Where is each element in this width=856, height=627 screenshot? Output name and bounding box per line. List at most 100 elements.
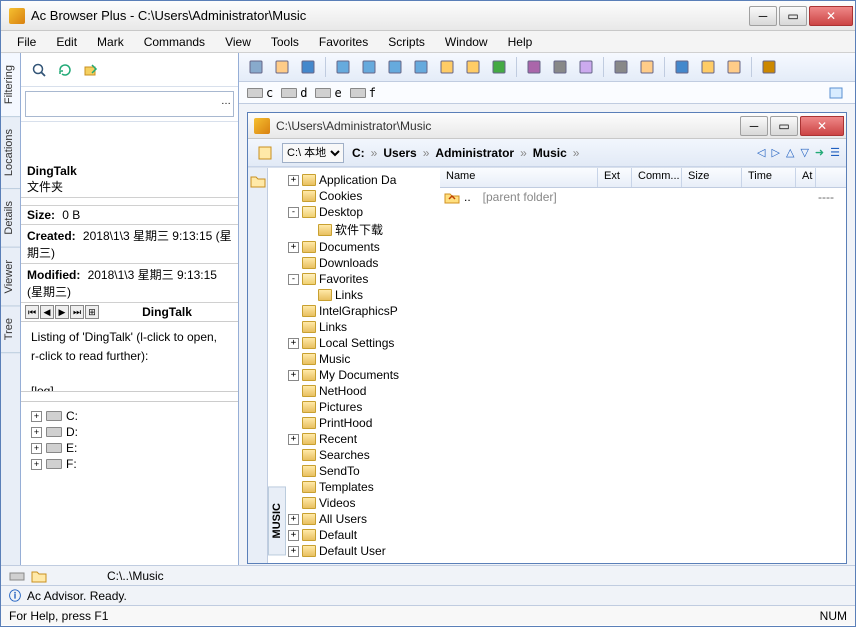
action-button[interactable] [697, 56, 719, 78]
breadcrumb-seg[interactable]: Administrator [433, 146, 516, 160]
nav-fwd-icon[interactable]: ▷ [772, 146, 780, 159]
breadcrumb-seg[interactable]: C: [350, 146, 367, 160]
menu-file[interactable]: File [9, 33, 44, 51]
minimize-button[interactable]: ─ [749, 6, 777, 26]
child-minimize-button[interactable]: ─ [740, 116, 768, 136]
log-link[interactable]: [log] [31, 384, 54, 393]
column-ext[interactable]: Ext [598, 168, 632, 187]
sidetab-details[interactable]: Details [1, 189, 20, 248]
breadcrumb-seg[interactable]: Users [381, 146, 418, 160]
menu-tools[interactable]: Tools [263, 33, 307, 51]
panel-extra-icon[interactable] [825, 82, 847, 104]
tree-node[interactable]: +Default [288, 527, 440, 543]
column-name[interactable]: Name [440, 168, 598, 187]
menu-mark[interactable]: Mark [89, 33, 132, 51]
breadcrumb-seg[interactable]: Music [531, 146, 569, 160]
tree-node[interactable]: PrintHood [288, 415, 440, 431]
nav-last-button[interactable]: ⏭ [70, 305, 84, 319]
nav-back-icon[interactable]: ◁ [757, 146, 765, 159]
expand-icon[interactable]: + [288, 530, 299, 541]
sidetab-viewer[interactable]: Viewer [1, 248, 20, 306]
pen-button[interactable] [488, 56, 510, 78]
drive-d[interactable]: d [281, 86, 307, 100]
tree-node[interactable]: Videos [288, 495, 440, 511]
tree-node[interactable]: Cookies [288, 188, 440, 204]
view5-button[interactable] [436, 56, 458, 78]
menu-favorites[interactable]: Favorites [311, 33, 376, 51]
nav-prev-button[interactable]: ◀ [40, 305, 54, 319]
nav-up-icon[interactable]: △ [786, 146, 794, 159]
gear-button[interactable] [758, 56, 780, 78]
filter-more-button[interactable]: … [221, 96, 231, 107]
info-button[interactable] [297, 56, 319, 78]
refresh-icon[interactable] [55, 60, 75, 80]
drive-e[interactable]: e [315, 86, 341, 100]
folder-tree[interactable]: +Application DaCookies-Desktop软件下载+Docum… [286, 168, 440, 563]
tree-node[interactable]: Music [288, 351, 440, 367]
path-root-icon[interactable] [254, 142, 276, 164]
menu-window[interactable]: Window [437, 33, 496, 51]
expand-icon[interactable]: + [288, 242, 299, 253]
collapse-icon[interactable]: - [288, 207, 299, 218]
xx-button[interactable] [549, 56, 571, 78]
tree-node[interactable]: -Favorites [288, 271, 440, 287]
tree-node[interactable]: +My Documents [288, 367, 440, 383]
tree-node[interactable]: +Application Da [288, 172, 440, 188]
expand-icon[interactable]: + [288, 546, 299, 557]
grid-button[interactable] [575, 56, 597, 78]
drive-item[interactable]: + E: [31, 440, 228, 456]
view2-button[interactable] [358, 56, 380, 78]
nav-next-button[interactable]: ▶ [55, 305, 69, 319]
tree-node[interactable]: NetHood [288, 383, 440, 399]
tree-node[interactable]: Links [304, 287, 440, 303]
filter-input[interactable]: … [25, 91, 234, 117]
expand-icon[interactable]: + [288, 434, 299, 445]
tree-node[interactable]: IntelGraphicsP [288, 303, 440, 319]
column-time[interactable]: Time [742, 168, 796, 187]
expand-icon[interactable]: + [288, 370, 299, 381]
expand-icon[interactable]: + [288, 175, 299, 186]
menu-scripts[interactable]: Scripts [380, 33, 433, 51]
view4-button[interactable] [410, 56, 432, 78]
menu-commands[interactable]: Commands [136, 33, 213, 51]
tree-node[interactable]: +Default User [288, 543, 440, 559]
view6-button[interactable] [462, 56, 484, 78]
nav-copy-button[interactable]: ⊞ [85, 305, 99, 319]
tree-node[interactable]: +Documents [288, 239, 440, 255]
tree-node[interactable]: 软件下载 [304, 220, 440, 239]
drive-item[interactable]: + F: [31, 456, 228, 472]
drive-item[interactable]: + D: [31, 424, 228, 440]
sidetab-locations[interactable]: Locations [1, 117, 20, 189]
column-at[interactable]: At [796, 168, 816, 187]
drive-f[interactable]: f [350, 86, 376, 100]
drive-item[interactable]: + C: [31, 408, 228, 424]
tree-node[interactable]: SendTo [288, 463, 440, 479]
tree-node[interactable]: Searches [288, 447, 440, 463]
tree-node[interactable]: Links [288, 319, 440, 335]
list-body[interactable]: .. [parent folder] ---- [440, 188, 846, 563]
tree-node[interactable]: Downloads [288, 255, 440, 271]
nav-menu-icon[interactable]: ☰ [830, 146, 840, 159]
menu-edit[interactable]: Edit [48, 33, 85, 51]
menu-view[interactable]: View [217, 33, 259, 51]
sort-button[interactable] [523, 56, 545, 78]
parent-folder-row[interactable]: .. [parent folder] ---- [440, 188, 846, 206]
column-size[interactable]: Size [682, 168, 742, 187]
folder-a-button[interactable] [636, 56, 658, 78]
tree-node[interactable]: Pictures [288, 399, 440, 415]
child-maximize-button[interactable]: ▭ [770, 116, 798, 136]
expand-icon[interactable]: + [288, 514, 299, 525]
menu-help[interactable]: Help [500, 33, 541, 51]
folder-b-button[interactable] [723, 56, 745, 78]
tree-tab-label[interactable]: MUSIC [268, 486, 286, 555]
nav-top-icon[interactable]: ▽ [800, 146, 808, 159]
tree-node[interactable]: +Recent [288, 431, 440, 447]
page-button[interactable] [271, 56, 293, 78]
cmd-button[interactable] [671, 56, 693, 78]
id-card-button[interactable] [245, 56, 267, 78]
search-icon[interactable] [29, 60, 49, 80]
sidetab-filtering[interactable]: Filtering [1, 53, 20, 117]
tree-node[interactable]: Templates [288, 479, 440, 495]
tree-node[interactable]: +Local Settings [288, 335, 440, 351]
tree-node[interactable]: +All Users [288, 511, 440, 527]
